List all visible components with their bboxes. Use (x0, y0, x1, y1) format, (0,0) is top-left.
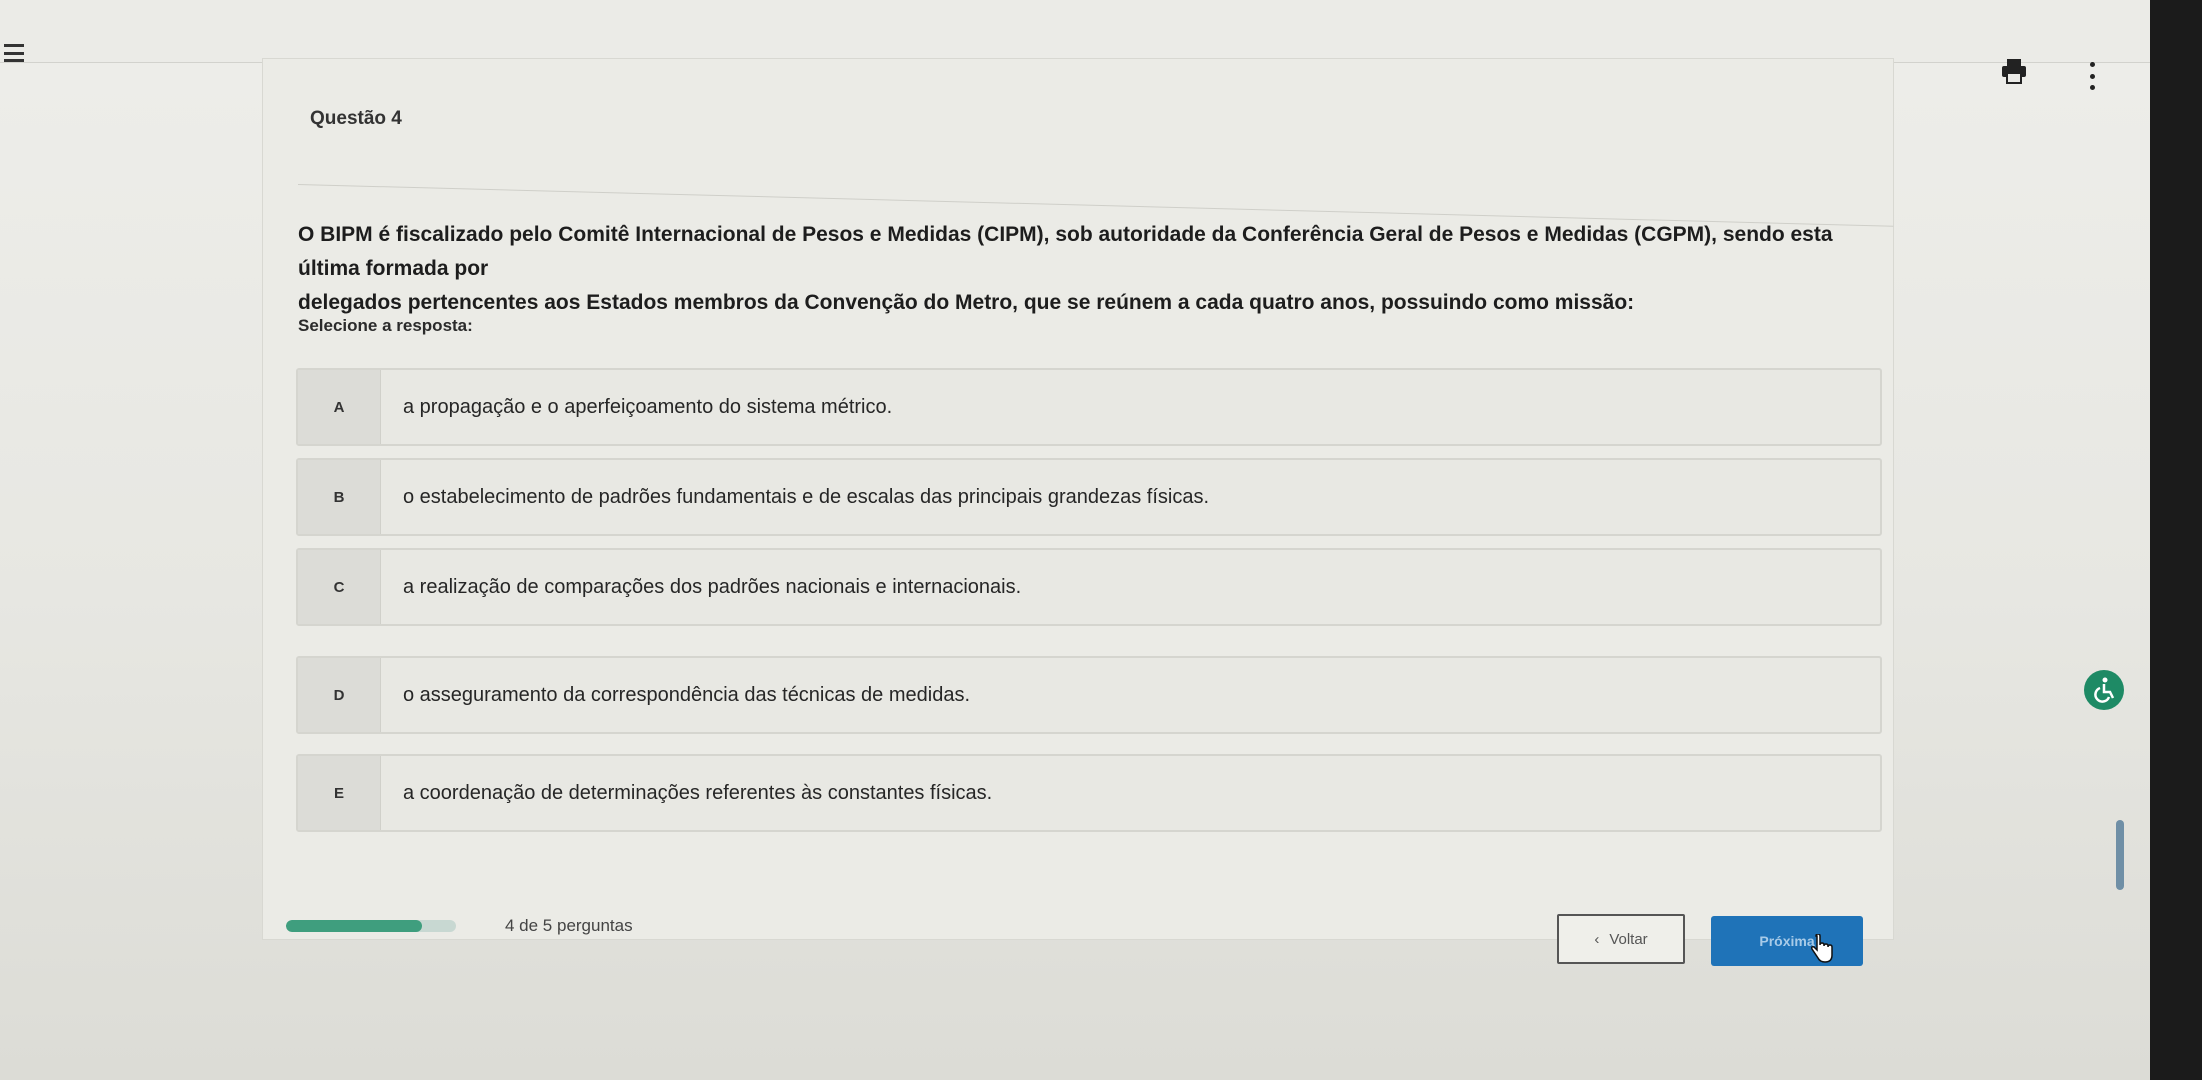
print-icon[interactable] (2000, 58, 2028, 84)
question-statement: O BIPM é fiscalizado pelo Comitê Interna… (298, 218, 1898, 320)
option-letter: D (298, 658, 381, 732)
answer-prompt: Selecione a resposta: (298, 316, 473, 335)
option-text: o estabelecimento de padrões fundamentai… (403, 485, 1210, 508)
back-button-label: Voltar (1609, 930, 1648, 948)
option-b[interactable]: B o estabelecimento de padrões fundament… (296, 458, 1882, 536)
option-text: o asseguramento da correspondência das t… (403, 683, 971, 706)
option-text: a coordenação de determinações referente… (403, 781, 993, 804)
option-text: a propagação e o aperfeiçoamento do sist… (403, 395, 893, 418)
back-button[interactable]: ‹ Voltar (1557, 914, 1685, 964)
option-text: a realização de comparações dos padrões … (403, 575, 1022, 598)
device-edge (2150, 0, 2202, 1080)
option-letter: B (298, 460, 381, 534)
progress-bar (286, 920, 456, 932)
option-e[interactable]: E a coordenação de determinações referen… (296, 754, 1882, 832)
progress-fill (286, 920, 422, 932)
next-button[interactable]: Próxima (1711, 916, 1863, 966)
scrollbar[interactable] (2116, 820, 2124, 890)
hand-cursor-icon (1810, 933, 1834, 964)
next-button-label: Próxima (1759, 933, 1815, 949)
option-d[interactable]: D o asseguramento da correspondência das… (296, 656, 1882, 734)
progress-label: 4 de 5 perguntas (505, 916, 633, 935)
more-vertical-icon[interactable] (2086, 62, 2098, 90)
option-c[interactable]: C a realização de comparações dos padrõe… (296, 548, 1882, 626)
accessibility-icon[interactable] (2084, 670, 2124, 710)
question-title: Questão 4 (310, 108, 402, 129)
option-letter: C (298, 550, 381, 624)
option-letter: A (298, 370, 381, 444)
option-letter: E (298, 756, 381, 830)
menu-icon[interactable] (4, 44, 24, 62)
statement-line-2: delegados pertencentes aos Estados membr… (298, 291, 1635, 314)
option-a[interactable]: A a propagação e o aperfeiçoamento do si… (296, 368, 1882, 446)
statement-line-1: O BIPM é fiscalizado pelo Comitê Interna… (298, 223, 1833, 280)
top-bar (0, 0, 2150, 63)
chevron-left-icon: ‹ (1594, 930, 1600, 948)
